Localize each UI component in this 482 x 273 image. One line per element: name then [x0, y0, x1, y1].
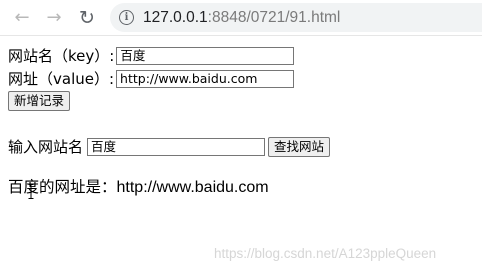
search-input[interactable]: 百度: [87, 137, 266, 156]
result-prefix: 百度的网址是：: [8, 178, 117, 196]
key-label: 网站名（key）:: [8, 47, 115, 65]
key-input[interactable]: 百度: [116, 46, 295, 65]
search-label: 输入网站名: [8, 138, 84, 156]
search-button[interactable]: 查找网站: [268, 136, 331, 157]
url-host: 127.0.0.1: [143, 9, 208, 26]
address-bar[interactable]: i 127.0.0.1:8848/0721/91.html: [110, 3, 482, 32]
url-text: 127.0.0.1:8848/0721/91.html: [143, 9, 340, 27]
value-label: 网址（value）:: [8, 70, 115, 88]
value-row: 网址（value）: http://www.baidu.com: [8, 68, 295, 89]
reload-icon[interactable]: ↻: [76, 7, 98, 29]
watermark: https://blog.csdn.net/A123ppleQueen: [214, 246, 437, 261]
value-input[interactable]: http://www.baidu.com: [116, 69, 295, 88]
result-url: http://www.baidu.com: [116, 179, 269, 196]
url-path: :8848/0721/91.html: [207, 9, 341, 26]
back-arrow-icon[interactable]: ←: [11, 7, 33, 29]
add-row: 新增记录: [8, 90, 71, 111]
key-row: 网站名（key）: 百度: [8, 45, 295, 66]
browser-toolbar: ← → ↻ i 127.0.0.1:8848/0721/91.html: [0, 0, 482, 36]
text-cursor-icon: [28, 184, 34, 199]
search-row: 输入网站名 百度 查找网站: [8, 136, 331, 157]
info-icon[interactable]: i: [119, 10, 134, 25]
add-record-button[interactable]: 新增记录: [8, 91, 71, 111]
result-text: 百度的网址是：http://www.baidu.com: [8, 175, 269, 197]
forward-arrow-icon[interactable]: →: [43, 7, 65, 29]
